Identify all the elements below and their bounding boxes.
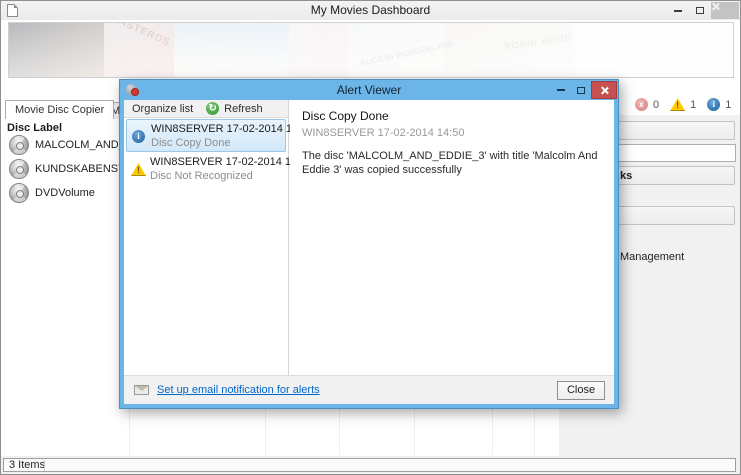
info-count: 1 xyxy=(725,98,732,111)
management-label: Management xyxy=(620,251,685,263)
alert-detail-source: WIN8SERVER 17-02-2014 14:50 xyxy=(302,127,465,139)
dialog-titlebar: Alert Viewer xyxy=(120,80,618,100)
alert-count-indicators[interactable]: x 0 ! 1 i 1 xyxy=(635,98,737,111)
error-icon: x xyxy=(635,98,648,111)
alert-list-toolbar: Organize list ↻ Refresh xyxy=(124,100,288,118)
disc-label: DVDVolume xyxy=(35,186,95,199)
close-button[interactable] xyxy=(711,2,739,19)
status-box: 3 Items xyxy=(3,458,736,472)
banner-fade-overlay xyxy=(9,23,733,77)
info-icon: i xyxy=(132,130,145,143)
alert-type: Disc Copy Done xyxy=(151,137,231,149)
alert-viewer-dialog: Alert Viewer Organize list ↻ Refresh i W… xyxy=(119,79,619,409)
alert-detail-message: The disc 'MALCOLM_AND_EDDIE_3' with titl… xyxy=(302,150,598,176)
movie-poster-banner: ASTEROS ALICE IN WONDERLAND ROBIN HOOD xyxy=(8,22,734,78)
close-dialog-button[interactable]: Close xyxy=(557,380,605,400)
dialog-title: Alert Viewer xyxy=(336,83,402,97)
tab-label: Movie Disc Copier xyxy=(15,104,105,116)
maximize-icon xyxy=(696,7,704,14)
tasks-label-fragment: ks xyxy=(620,170,633,182)
alert-list-item[interactable]: i WIN8SERVER 17-02-2014 14:50 Disc Copy … xyxy=(126,119,314,152)
dialog-window-controls xyxy=(551,81,617,99)
minimize-icon xyxy=(557,89,565,91)
alert-source: WIN8SERVER 17-02-2014 14:50 xyxy=(150,156,313,168)
item-count-text: 3 Items xyxy=(9,459,46,471)
maximize-icon xyxy=(577,86,585,94)
refresh-button[interactable]: Refresh xyxy=(224,103,263,115)
alert-list-pane: Organize list ↻ Refresh i WIN8SERVER 17-… xyxy=(124,100,314,375)
organize-list-button[interactable]: Organize list xyxy=(132,103,193,115)
minimize-button[interactable] xyxy=(667,2,689,19)
error-count: 0 xyxy=(653,98,660,111)
tab-movie-disc-copier[interactable]: Movie Disc Copier xyxy=(5,100,115,119)
dialog-content: Organize list ↻ Refresh i WIN8SERVER 17-… xyxy=(124,100,614,404)
alert-detail-title: Disc Copy Done xyxy=(302,109,389,123)
dialog-footer: Set up email notification for alerts Clo… xyxy=(124,375,614,404)
dialog-minimize-button[interactable] xyxy=(551,81,571,99)
close-icon xyxy=(600,86,609,95)
dialog-close-button[interactable] xyxy=(591,81,617,99)
disc-row[interactable]: DVDVolume xyxy=(9,181,95,204)
alert-source: WIN8SERVER 17-02-2014 14:50 xyxy=(151,123,314,135)
status-bar: 3 Items xyxy=(1,456,740,474)
main-window: My Movies Dashboard ASTEROS ALICE IN WON… xyxy=(0,0,741,475)
alert-type: Disc Not Recognized xyxy=(150,170,253,182)
warning-icon: ! xyxy=(670,98,686,111)
refresh-icon: ↻ xyxy=(206,102,220,115)
main-titlebar: My Movies Dashboard xyxy=(1,1,740,20)
disc-icon xyxy=(9,158,29,179)
dialog-maximize-button[interactable] xyxy=(571,81,591,99)
alert-list-item[interactable]: ! WIN8SERVER 17-02-2014 14:50 Disc Not R… xyxy=(126,153,313,186)
email-notification-link[interactable]: Set up email notification for alerts xyxy=(157,384,320,396)
window-controls xyxy=(667,1,739,20)
window-title: My Movies Dashboard xyxy=(310,3,431,17)
warning-count: 1 xyxy=(690,98,697,111)
maximize-button[interactable] xyxy=(689,2,711,19)
email-icon xyxy=(134,385,149,395)
warning-icon: ! xyxy=(131,163,146,176)
disc-icon xyxy=(9,182,29,203)
info-icon: i xyxy=(707,98,721,111)
status-separator xyxy=(44,460,45,471)
minimize-icon xyxy=(674,9,682,12)
alert-detail-pane: Disc Copy Done WIN8SERVER 17-02-2014 14:… xyxy=(290,100,614,375)
disc-icon xyxy=(9,134,29,155)
